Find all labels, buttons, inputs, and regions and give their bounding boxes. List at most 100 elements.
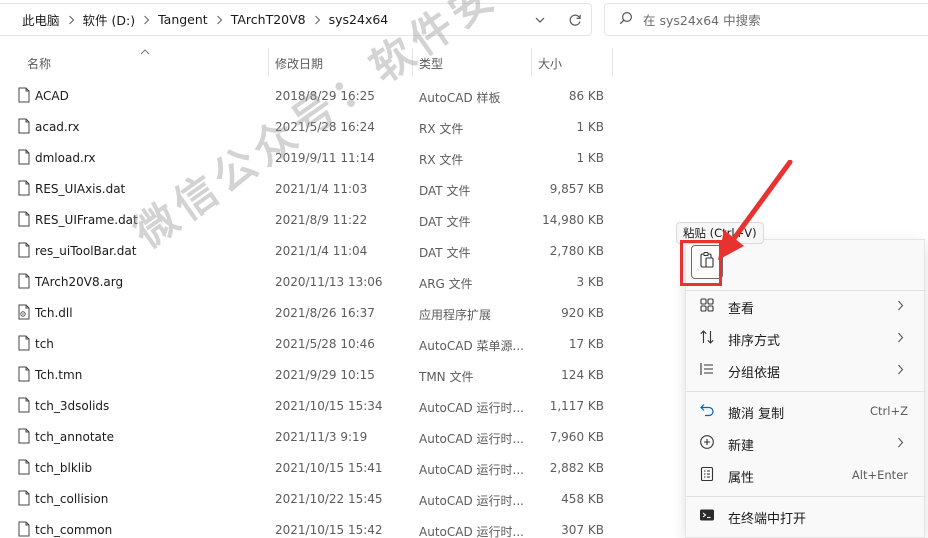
file-date: 2021/8/9 11:22 <box>275 213 368 227</box>
search-placeholder: 在 sys24x64 中搜索 <box>643 13 761 28</box>
breadcrumb-drive-d[interactable]: 软件 (D:) <box>83 10 136 29</box>
column-header-type[interactable]: 类型 <box>419 55 443 72</box>
menu-item-group-by[interactable]: 分组依据 <box>686 355 926 385</box>
column-divider[interactable] <box>612 48 613 76</box>
dll-file-icon <box>18 304 30 323</box>
sort-ascending-icon <box>140 45 150 59</box>
file-date: 2021/10/15 15:34 <box>275 399 383 413</box>
breadcrumb-tangent[interactable]: Tangent <box>158 12 208 27</box>
file-name: tch_blklib <box>35 461 93 475</box>
new-plus-icon <box>699 434 715 454</box>
file-row[interactable]: TArch20V8.arg 2020/11/13 13:06 ARG 文件 3 KB <box>0 266 690 297</box>
file-row[interactable]: RES_UIFrame.dat 2021/8/9 11:22 DAT 文件 14,98… <box>0 204 690 235</box>
file-name: tch <box>35 337 54 351</box>
file-name: RES_UIFrame.dat <box>35 213 138 227</box>
file-icon <box>18 87 30 106</box>
column-divider[interactable] <box>268 48 269 76</box>
file-size: 2,780 KB <box>549 244 604 258</box>
search-icon <box>619 11 633 28</box>
file-row[interactable]: tch_annotate 2021/11/3 9:19 AutoCAD 运行时...… <box>0 421 690 452</box>
file-date: 2021/9/29 10:15 <box>275 368 375 382</box>
search-box[interactable]: 在 sys24x64 中搜索 <box>604 3 928 36</box>
chevron-right-icon <box>143 15 150 25</box>
menu-item-properties[interactable]: 属性 Alt+Enter <box>686 460 926 490</box>
file-row[interactable]: tch_3dsolids 2021/10/15 15:34 AutoCAD 运行时.… <box>0 390 690 421</box>
file-type: AutoCAD 运行时... <box>419 494 523 508</box>
file-row[interactable]: Tch.dll 2021/8/26 16:37 应用程序扩展 920 KB <box>0 297 690 328</box>
file-row[interactable]: dmload.rx 2019/9/11 11:14 RX 文件 1 KB <box>0 142 690 173</box>
file-type: AutoCAD 运行时... <box>419 525 523 538</box>
file-row[interactable]: RES_UIAxis.dat 2021/1/4 11:03 DAT 文件 9,857 … <box>0 173 690 204</box>
file-size: 1 KB <box>576 151 604 165</box>
menu-item-label: 在终端中打开 <box>728 512 807 527</box>
refresh-icon[interactable] <box>567 12 583 31</box>
shortcut-label: Ctrl+Z <box>870 404 908 418</box>
file-size: 1 KB <box>576 120 604 134</box>
file-type: DAT 文件 <box>419 246 471 260</box>
file-size: 17 KB <box>568 337 604 351</box>
file-row[interactable]: tch_blklib 2021/10/15 15:41 AutoCAD 运行时...… <box>0 452 690 483</box>
file-date: 2021/5/28 16:24 <box>275 120 375 134</box>
menu-item-undo-copy[interactable]: 撤消 复制 Ctrl+Z <box>686 396 926 426</box>
file-icon <box>18 366 30 385</box>
menu-item-view[interactable]: 查看 <box>686 291 926 321</box>
file-type: AutoCAD 运行时... <box>419 463 523 477</box>
file-size: 920 KB <box>561 306 604 320</box>
file-row[interactable]: tch_common 2021/10/15 15:42 AutoCAD 运行时...… <box>0 514 690 538</box>
file-name: Tch.dll <box>35 306 73 320</box>
menu-item-open-in-terminal[interactable]: 在终端中打开 <box>686 501 926 531</box>
breadcrumb-sys24x64[interactable]: sys24x64 <box>329 12 389 27</box>
menu-item-sort-by[interactable]: 排序方式 <box>686 323 926 353</box>
group-list-icon <box>699 361 715 381</box>
file-size: 9,857 KB <box>549 182 604 196</box>
column-header-date[interactable]: 修改日期 <box>275 55 323 72</box>
menu-item-label: 撤消 复制 <box>728 407 785 422</box>
file-date: 2021/11/3 9:19 <box>275 430 368 444</box>
file-icon <box>18 211 30 230</box>
file-row[interactable]: tch_collision 2021/10/22 15:45 AutoCAD 运行时… <box>0 483 690 514</box>
menu-divider <box>686 391 926 392</box>
column-header-size[interactable]: 大小 <box>538 55 562 72</box>
chevron-right-icon <box>897 332 904 347</box>
breadcrumb-this-pc[interactable]: 此电脑 <box>22 10 60 29</box>
file-icon <box>18 149 30 168</box>
breadcrumb-tarch[interactable]: TArchT20V8 <box>231 12 306 27</box>
file-size: 7,960 KB <box>549 430 604 444</box>
menu-item-label: 新建 <box>728 439 755 454</box>
terminal-icon <box>699 507 715 527</box>
file-size: 458 KB <box>561 492 604 506</box>
chevron-right-icon <box>897 364 904 379</box>
menu-item-new[interactable]: 新建 <box>686 428 926 458</box>
properties-icon <box>699 466 715 486</box>
file-type: AutoCAD 菜单源... <box>419 339 523 353</box>
file-size: 124 KB <box>561 368 604 382</box>
menu-item-label: 属性 <box>728 471 755 486</box>
file-row[interactable]: ACAD 2018/8/29 16:25 AutoCAD 样板 86 KB <box>0 80 690 111</box>
file-type: DAT 文件 <box>419 184 471 198</box>
file-icon <box>18 273 30 292</box>
column-header-row: 名称 修改日期 类型 大小 <box>0 44 928 80</box>
grid-view-icon <box>699 297 715 317</box>
chevron-down-icon[interactable] <box>534 14 546 29</box>
file-date: 2021/10/15 15:41 <box>275 461 383 475</box>
menu-divider <box>686 496 926 497</box>
file-name: tch_3dsolids <box>35 399 110 413</box>
file-row[interactable]: Tch.tmn 2021/9/29 10:15 TMN 文件 124 KB <box>0 359 690 390</box>
column-header-name[interactable]: 名称 <box>27 55 51 72</box>
file-row[interactable]: res_uiToolBar.dat 2021/1/4 11:04 DAT 文件 2,7… <box>0 235 690 266</box>
file-name: acad.rx <box>35 120 80 134</box>
file-type: RX 文件 <box>419 122 464 136</box>
file-row[interactable]: acad.rx 2021/5/28 16:24 RX 文件 1 KB <box>0 111 690 142</box>
file-name: tch_collision <box>35 492 109 506</box>
sort-icon <box>699 329 715 349</box>
file-type: TMN 文件 <box>419 370 474 384</box>
file-icon <box>18 397 30 416</box>
address-bar[interactable]: 此电脑 软件 (D:) Tangent TArchT20V8 sys24x64 <box>0 3 592 36</box>
file-name: dmload.rx <box>35 151 96 165</box>
file-icon <box>18 118 30 137</box>
file-row[interactable]: tch 2021/5/28 10:46 AutoCAD 菜单源... 17 KB <box>0 328 690 359</box>
column-divider[interactable] <box>531 48 532 76</box>
file-icon <box>18 490 30 509</box>
file-icon <box>18 242 30 261</box>
column-divider[interactable] <box>412 48 413 76</box>
